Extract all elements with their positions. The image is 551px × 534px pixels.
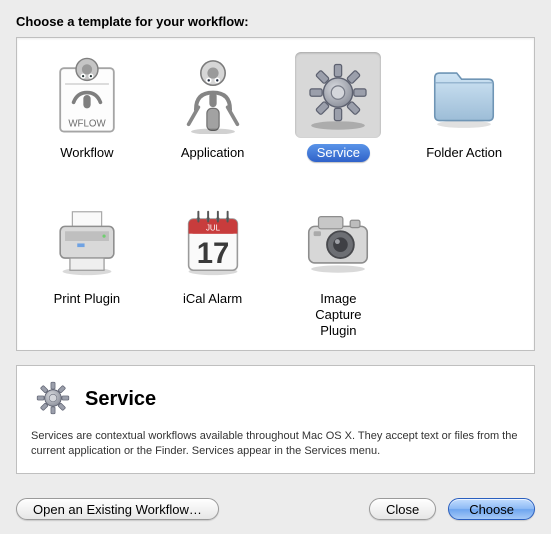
open-existing-workflow-button[interactable]: Open an Existing Workflow… — [16, 498, 219, 520]
svg-text:WFLOW: WFLOW — [68, 119, 106, 130]
template-folder-action[interactable]: Folder Action — [404, 52, 524, 162]
choose-button[interactable]: Choose — [448, 498, 535, 520]
template-workflow[interactable]: WFLOW Workflow — [27, 52, 147, 162]
template-panel: WFLOW Workflow — [16, 37, 535, 351]
template-label: Application — [171, 144, 255, 162]
svg-text:17: 17 — [196, 238, 229, 270]
folder-icon — [421, 52, 507, 138]
template-label: Print Plugin — [44, 290, 130, 308]
template-image-capture-plugin[interactable]: Image Capture Plugin — [279, 198, 399, 340]
service-icon — [295, 52, 381, 138]
gear-icon — [31, 376, 75, 423]
template-ical-alarm[interactable]: JUL 17 iCal Alarm — [153, 198, 273, 340]
template-service[interactable]: Service — [279, 52, 399, 162]
template-label: Folder Action — [416, 144, 512, 162]
template-label: Workflow — [50, 144, 123, 162]
button-row: Open an Existing Workflow… Close Choose — [16, 498, 535, 520]
close-button[interactable]: Close — [369, 498, 436, 520]
svg-text:JUL: JUL — [206, 224, 221, 233]
page-title: Choose a template for your workflow: — [16, 14, 535, 29]
template-application[interactable]: Application — [153, 52, 273, 162]
template-label: Service — [307, 144, 370, 162]
printer-icon — [44, 198, 130, 284]
template-print-plugin[interactable]: Print Plugin — [27, 198, 147, 340]
camera-icon — [295, 198, 381, 284]
template-label: iCal Alarm — [173, 290, 252, 308]
calendar-icon: JUL 17 — [170, 198, 256, 284]
description-text: Services are contextual workflows availa… — [31, 429, 520, 459]
workflow-icon: WFLOW — [44, 52, 130, 138]
description-panel: Service Services are contextual workflow… — [16, 365, 535, 474]
description-title: Service — [85, 388, 156, 411]
template-label: Image Capture Plugin — [288, 290, 388, 340]
application-icon — [170, 52, 256, 138]
